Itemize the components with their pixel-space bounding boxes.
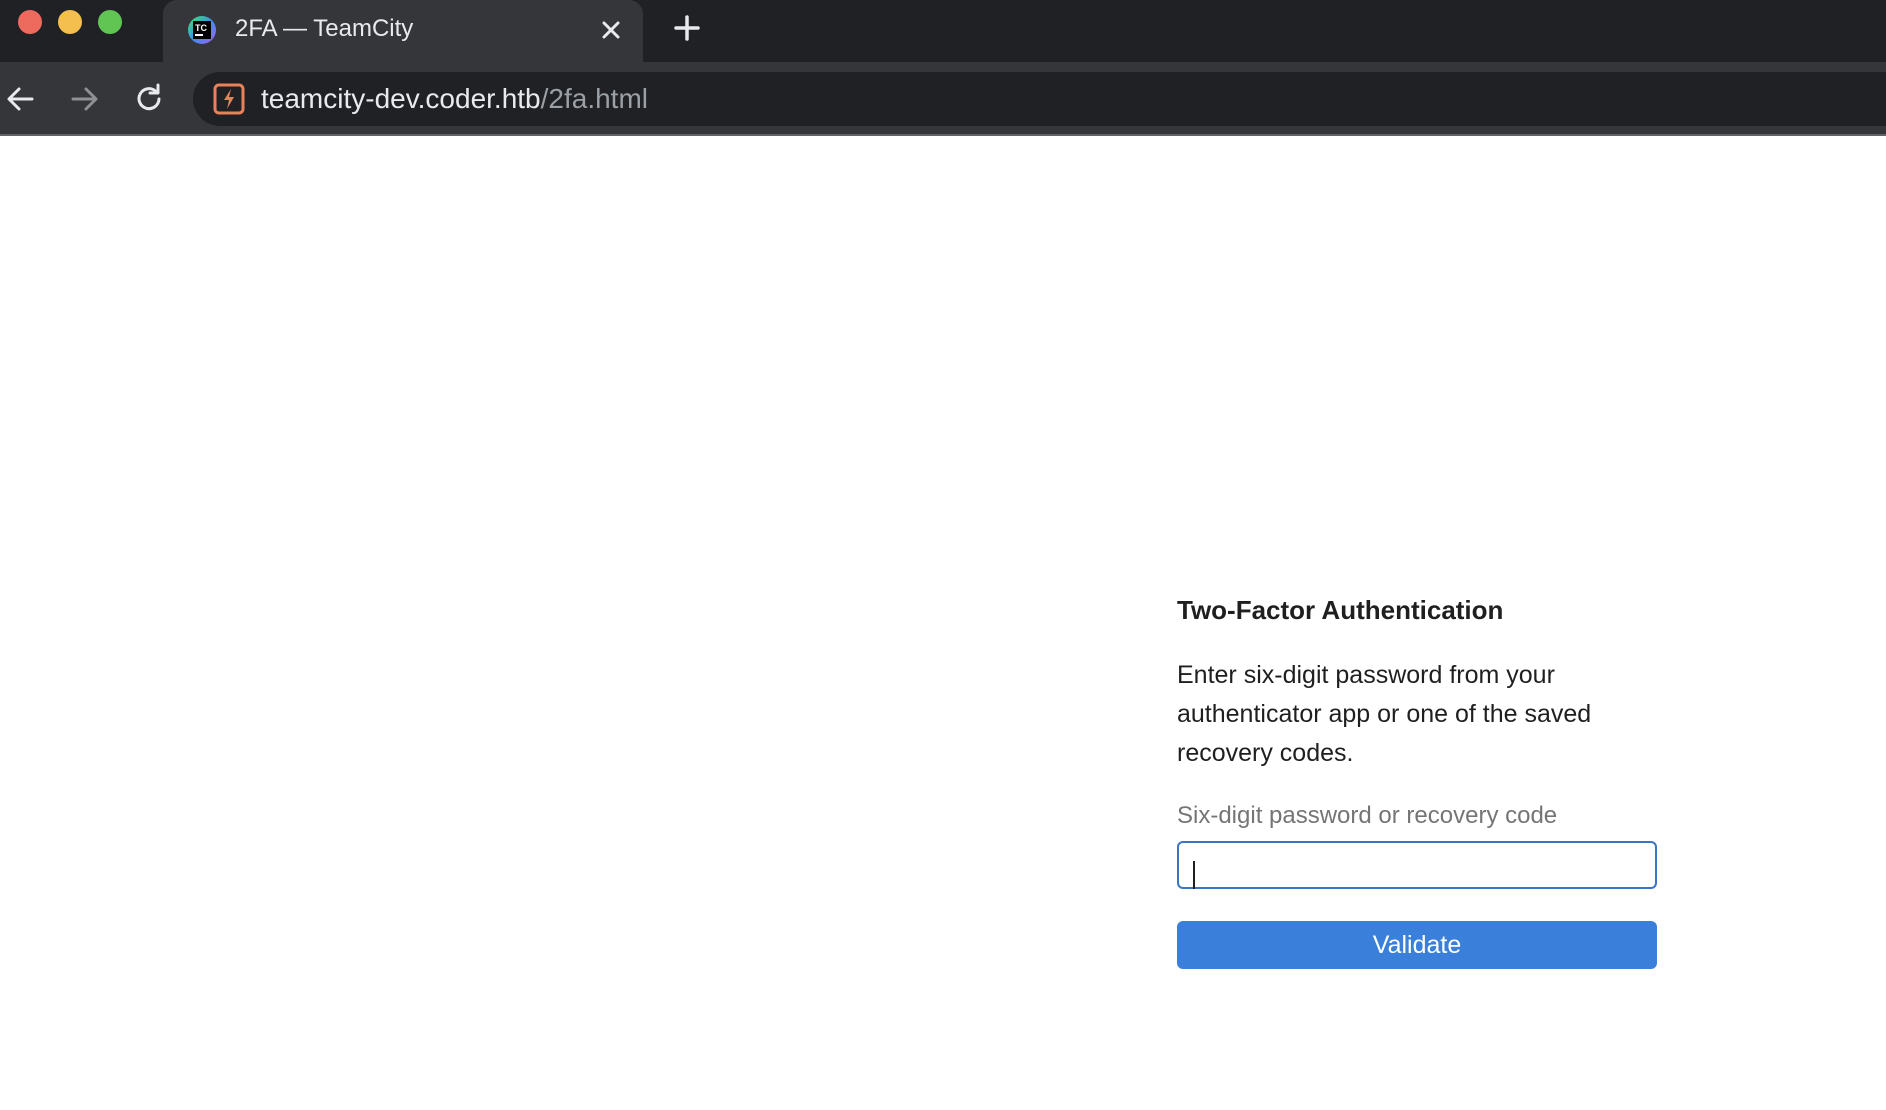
url-text[interactable]: teamcity-dev.coder.htb/2fa.html bbox=[261, 83, 648, 115]
validate-button[interactable]: Validate bbox=[1177, 921, 1657, 969]
text-caret bbox=[1193, 861, 1195, 889]
two-factor-form: Two-Factor Authentication Enter six-digi… bbox=[1177, 594, 1657, 969]
teamcity-logo-icon: TC bbox=[188, 16, 216, 44]
reload-icon[interactable] bbox=[131, 81, 167, 117]
svg-text:TC: TC bbox=[195, 23, 207, 33]
arrow-right-icon[interactable] bbox=[67, 81, 103, 117]
code-input[interactable] bbox=[1177, 841, 1657, 889]
close-window-button[interactable] bbox=[18, 10, 42, 34]
tab-title: 2FA — TeamCity bbox=[235, 15, 414, 42]
tab-strip: TC 2FA — TeamCity bbox=[0, 0, 1886, 62]
minimize-window-button[interactable] bbox=[58, 10, 82, 34]
browser-toolbar: teamcity-dev.coder.htb/2fa.html bbox=[0, 62, 1886, 136]
maximize-window-button[interactable] bbox=[98, 10, 122, 34]
address-bar[interactable]: teamcity-dev.coder.htb/2fa.html bbox=[193, 72, 1886, 126]
page-title: Two-Factor Authentication bbox=[1177, 595, 1504, 625]
tab-active[interactable]: TC 2FA — TeamCity bbox=[163, 0, 643, 62]
browser-chrome: TC 2FA — TeamCity teamcity-dev.coder.htb… bbox=[0, 0, 1886, 136]
code-field-wrapper bbox=[1177, 841, 1657, 889]
not-secure-icon[interactable] bbox=[213, 83, 245, 115]
url-path: /2fa.html bbox=[540, 83, 649, 114]
arrow-left-icon[interactable] bbox=[2, 81, 38, 117]
code-field-label: Six-digit password or recovery code bbox=[1177, 802, 1558, 829]
close-icon[interactable] bbox=[597, 16, 625, 44]
page-content: Two-Factor Authentication Enter six-digi… bbox=[0, 136, 1886, 1110]
instructions-text: Enter six-digit password from your authe… bbox=[1177, 661, 1592, 767]
plus-icon[interactable] bbox=[671, 12, 703, 44]
url-host: teamcity-dev.coder.htb bbox=[261, 83, 541, 114]
